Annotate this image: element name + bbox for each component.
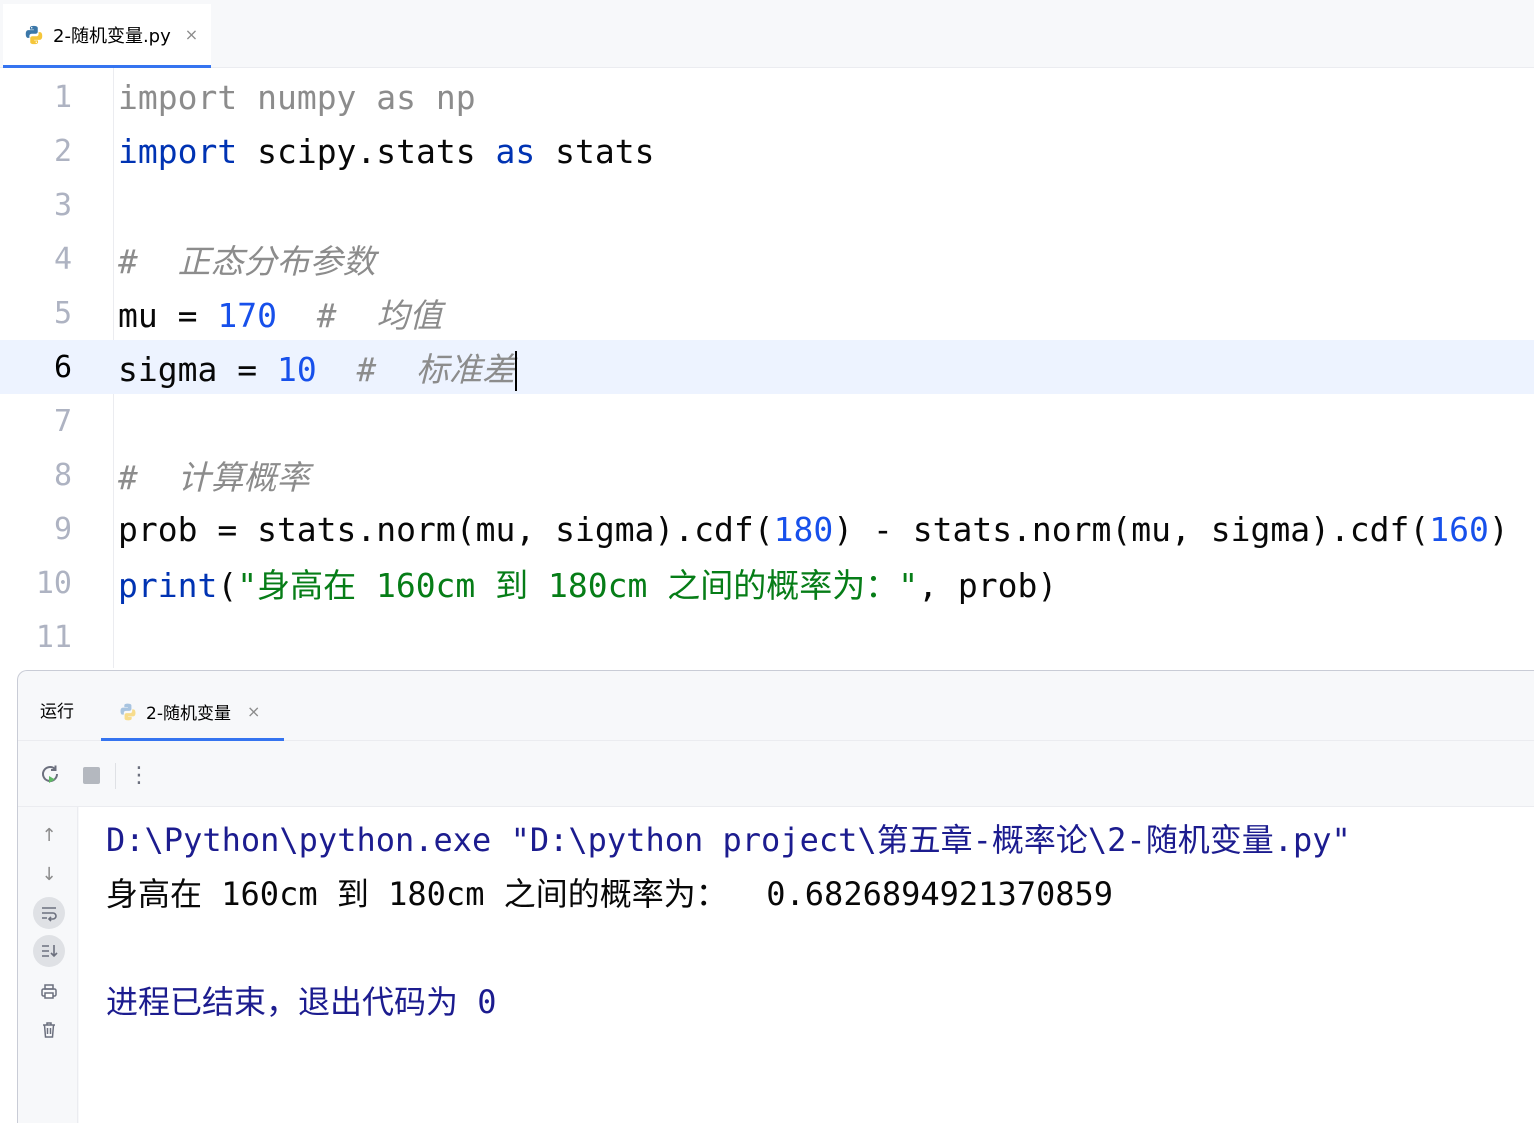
code-token: 170 (217, 296, 277, 335)
code-line[interactable]: 6 sigma = 10 # 标准差 (0, 340, 1534, 394)
code-token: ( (217, 566, 238, 605)
editor-tab-label: 2-随机变量.py (53, 25, 171, 47)
python-file-icon (25, 25, 43, 44)
line-number: 2 (53, 133, 72, 169)
run-panel-title: 运行 (40, 702, 74, 722)
code-token: ) - stats.norm(mu, sigma).cdf( (833, 509, 1430, 549)
code-token: ) (1488, 509, 1509, 549)
code-token: stats (535, 131, 655, 171)
more-options-icon[interactable]: ⋮ (127, 763, 151, 788)
code-line[interactable]: 10 print("身高在 160cm 到 180cm 之间的概率为：", pro… (0, 556, 1534, 610)
code-token: as (495, 131, 536, 171)
code-line[interactable]: 9 prob = stats.norm(mu, sigma).cdf(180) -… (0, 502, 1534, 556)
code-token: # 正态分布参数 (118, 242, 376, 281)
text-caret (515, 351, 518, 392)
line-number: 3 (53, 187, 72, 223)
console-side-toolbar: ↑ ↓ (18, 807, 78, 1123)
code-token: "身高在 160cm 到 180cm 之间的概率为：" (237, 566, 919, 605)
code-line[interactable]: 5 mu = 170 # 均值 (0, 286, 1534, 340)
line-number: 10 (35, 565, 72, 601)
code-token: , prob) (918, 566, 1058, 605)
code-token: mu = (118, 296, 218, 335)
close-icon[interactable]: × (185, 25, 198, 44)
editor-tab-active[interactable]: 2-随机变量.py × (3, 4, 211, 68)
line-number: 7 (53, 403, 72, 439)
console-output[interactable]: D:\Python\python.exe "D:\python project\… (79, 807, 1534, 1123)
code-line[interactable]: 7 (0, 394, 1534, 448)
code-text: # 计算概率 (118, 451, 310, 499)
code-text: import numpy as np (118, 78, 476, 117)
console-exit-line: 进程已结束，退出代码为 0 (106, 983, 497, 1021)
code-token: np (416, 77, 476, 117)
code-text: import scipy.stats as stats (118, 132, 654, 171)
run-panel-header: 运行 2-随机变量 × (18, 671, 1534, 741)
line-number: 5 (53, 295, 72, 331)
code-text: prob = stats.norm(mu, sigma).cdf(180) - … (118, 510, 1509, 549)
code-token: # 均值 (316, 296, 443, 335)
scroll-to-end-icon[interactable] (33, 935, 65, 967)
code-token: print (118, 566, 218, 605)
python-icon (120, 703, 136, 720)
code-token: numpy (237, 77, 377, 117)
code-line[interactable]: 3 (0, 178, 1534, 232)
code-editor[interactable]: 1 import numpy as np 2 import scipy.stats a… (0, 68, 1534, 668)
run-tool-window: 运行 2-随机变量 × ⋮ ↑ ↓ D:\Python\python.exe "… (17, 670, 1534, 1123)
code-text: mu = 170 # 均值 (118, 289, 442, 337)
print-icon[interactable] (33, 975, 65, 1007)
run-config-tab[interactable]: 2-随机变量 × (101, 685, 284, 741)
code-token: as (376, 77, 417, 117)
code-token: prob = stats.norm(mu, sigma).cdf( (118, 509, 774, 549)
line-number: 4 (53, 241, 72, 277)
code-text: print("身高在 160cm 到 180cm 之间的概率为：", prob) (118, 559, 1057, 607)
line-number: 8 (53, 457, 72, 493)
line-number: 11 (35, 619, 72, 655)
code-token: # 计算概率 (118, 458, 310, 497)
close-icon[interactable]: × (247, 702, 260, 721)
code-line[interactable]: 8 # 计算概率 (0, 448, 1534, 502)
line-number: 9 (53, 511, 72, 547)
console-command-line: D:\Python\python.exe "D:\python project\… (106, 821, 1351, 859)
line-number: 6 (53, 349, 72, 385)
code-token: # 标准差 (356, 349, 516, 389)
arrow-up-icon[interactable]: ↑ (33, 819, 65, 851)
code-token: scipy.stats (237, 131, 496, 171)
rerun-icon[interactable] (38, 763, 62, 787)
code-line[interactable]: 11 (0, 610, 1534, 664)
editor-tab-bar: 2-随机变量.py × (0, 0, 1534, 68)
line-number: 1 (53, 79, 72, 115)
run-tab-label: 2-随机变量 (146, 704, 231, 724)
code-token: sigma = (118, 349, 277, 389)
trash-icon[interactable] (33, 1014, 65, 1046)
code-token: 180 (773, 509, 834, 549)
code-text: sigma = 10 # 标准差 (118, 343, 518, 392)
code-token: 10 (276, 349, 317, 389)
code-line[interactable]: 1 import numpy as np (0, 70, 1534, 124)
code-token: import (118, 77, 238, 117)
code-token: 160 (1429, 509, 1489, 549)
arrow-down-icon[interactable]: ↓ (33, 858, 65, 890)
console-output-line: 身高在 160cm 到 180cm 之间的概率为： 0.682689492137… (106, 875, 1114, 913)
soft-wrap-icon[interactable] (33, 897, 65, 929)
code-token: import (118, 131, 238, 171)
stop-icon[interactable] (79, 763, 103, 787)
toolbar-divider (115, 763, 116, 789)
code-line[interactable]: 4 # 正态分布参数 (0, 232, 1534, 286)
run-toolbar: ⋮ (18, 741, 1534, 807)
code-text: # 正态分布参数 (118, 235, 376, 283)
code-line[interactable]: 2 import scipy.stats as stats (0, 124, 1534, 178)
